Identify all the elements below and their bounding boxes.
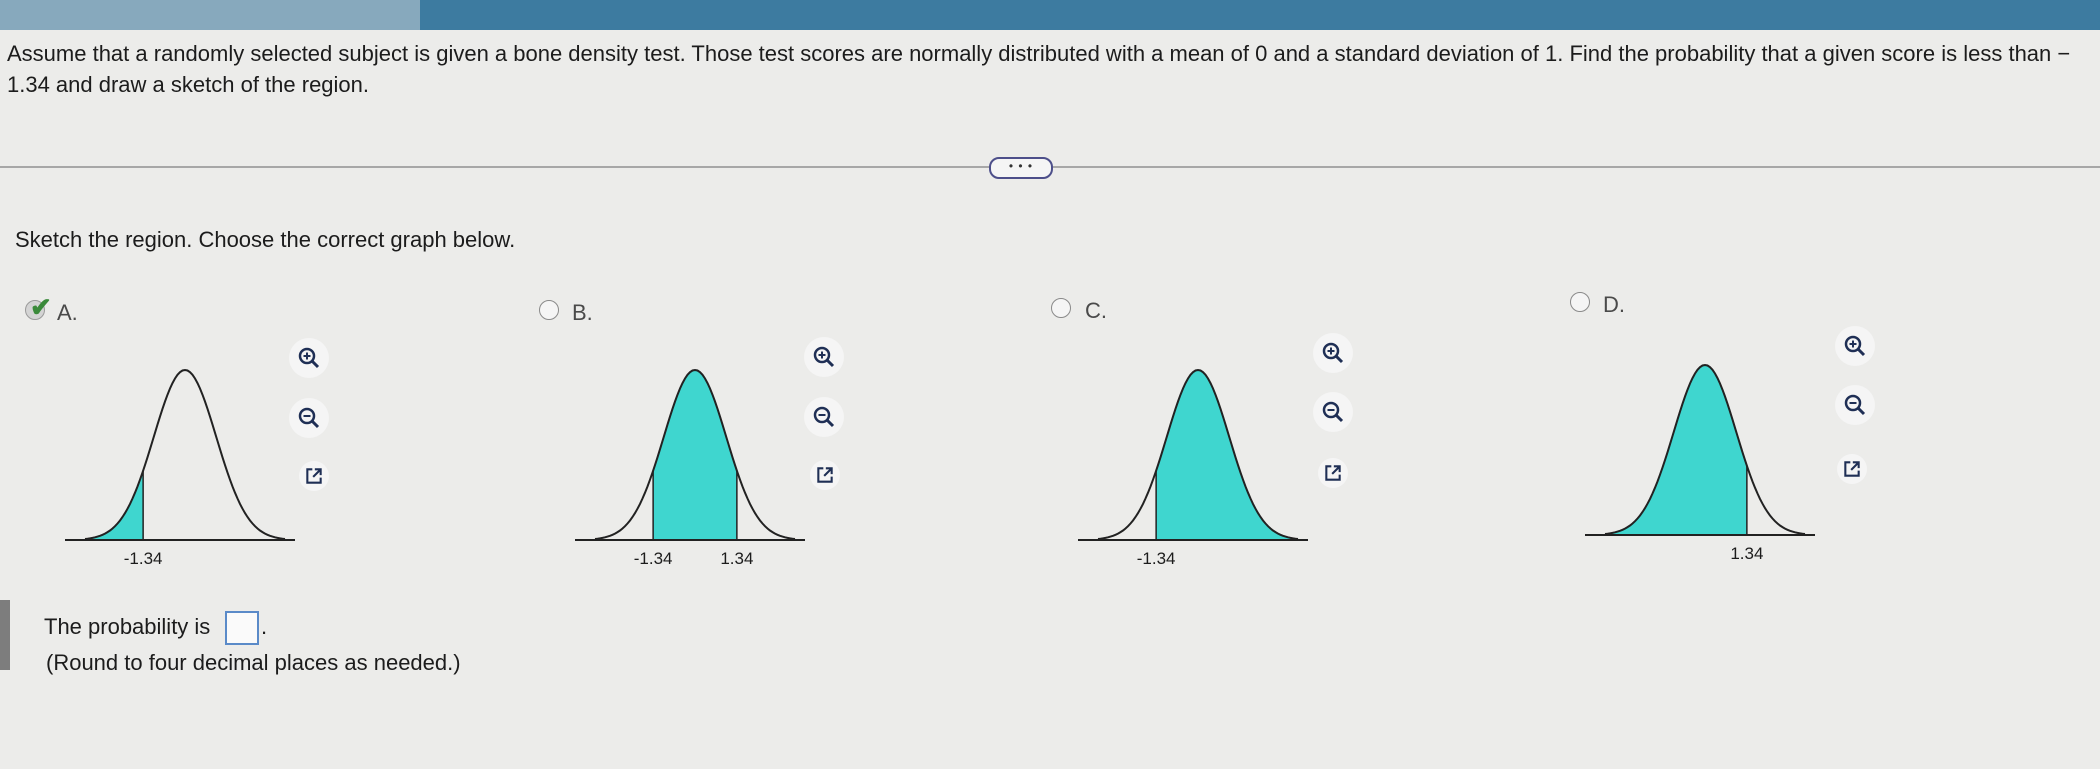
zoom-in-icon[interactable] — [289, 338, 329, 378]
top-bar-highlight — [0, 0, 420, 30]
tick-label-2: 1.34 — [720, 549, 753, 568]
instruction-text: Sketch the region. Choose the correct gr… — [15, 227, 516, 252]
zoom-out-icon[interactable] — [804, 397, 844, 437]
zoom-out-icon[interactable] — [289, 398, 329, 438]
option-b-radio[interactable] — [539, 300, 559, 320]
shaded-region — [1156, 370, 1298, 540]
pop-out-icon[interactable] — [1318, 458, 1348, 488]
checkmark-icon: ✔ — [30, 292, 52, 322]
tick-label-1: 1.34 — [1730, 544, 1763, 563]
option-c-graph[interactable]: -1.34 — [1078, 345, 1313, 570]
option-d-radio[interactable] — [1570, 292, 1590, 312]
zoom-in-icon[interactable] — [1313, 333, 1353, 373]
normal-curve — [84, 368, 286, 540]
option-b-label: B. — [572, 300, 593, 325]
probability-input[interactable] — [225, 611, 259, 645]
option-a-graph[interactable]: -1.34 — [65, 345, 300, 570]
option-b-graph[interactable]: -1.34 1.34 — [575, 345, 810, 570]
tick-label-1: -1.34 — [1137, 549, 1176, 568]
period-text: . — [261, 614, 268, 639]
option-a-label: A. — [57, 300, 78, 325]
option-c-label: C. — [1085, 298, 1107, 323]
tick-label-1: -1.34 — [634, 549, 673, 568]
zoom-out-icon[interactable] — [1313, 392, 1353, 432]
tick-label-1: -1.34 — [124, 549, 163, 568]
question-text: Assume that a randomly selected subject … — [7, 41, 2071, 97]
option-d-label: D. — [1603, 292, 1625, 317]
zoom-in-icon[interactable] — [1835, 326, 1875, 366]
pop-out-icon[interactable] — [299, 461, 329, 491]
zoom-out-icon[interactable] — [1835, 385, 1875, 425]
option-d-graph[interactable]: 1.34 — [1585, 340, 1820, 565]
probability-label: The probability is — [44, 614, 211, 639]
scroll-strip — [0, 600, 10, 670]
shaded-region — [1605, 365, 1747, 535]
zoom-in-icon[interactable] — [804, 337, 844, 377]
shaded-region — [653, 370, 737, 540]
rounding-hint: (Round to four decimal places as needed.… — [46, 650, 461, 675]
option-c-radio[interactable] — [1051, 298, 1071, 318]
shaded-region — [85, 470, 144, 540]
pop-out-icon[interactable] — [810, 460, 840, 490]
expand-more-button[interactable]: • • • — [989, 157, 1053, 179]
pop-out-icon[interactable] — [1837, 454, 1867, 484]
